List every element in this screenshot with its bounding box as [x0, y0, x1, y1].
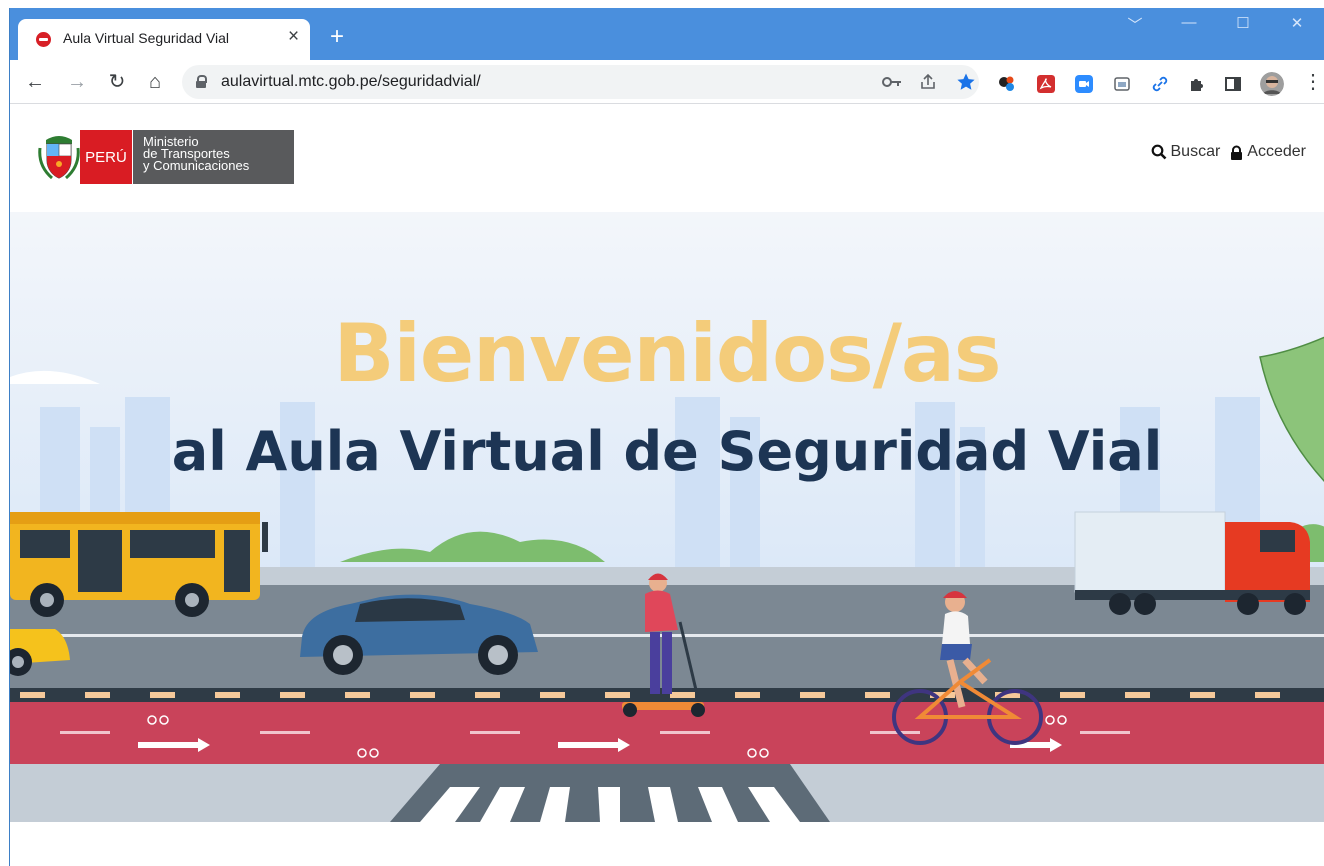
header-links: Buscar Acceder — [1151, 143, 1306, 161]
link-extension-icon[interactable] — [1151, 75, 1169, 93]
truck — [1074, 511, 1310, 615]
extensions-puzzle-icon[interactable] — [1188, 75, 1206, 93]
bookmark-star-icon[interactable] — [956, 72, 976, 92]
maximize-button[interactable]: ☐ — [1216, 14, 1270, 36]
login-link[interactable]: Acceder — [1230, 143, 1306, 161]
browser-window: Aula Virtual Seguridad Vial × + ﹀ — ☐ ✕ … — [9, 8, 1324, 866]
peru-coat-of-arms-icon — [38, 130, 80, 184]
address-bar[interactable]: aulavirtual.mtc.gob.pe/seguridadvial/ — [182, 65, 979, 99]
window-controls: ﹀ — ☐ ✕ — [1108, 14, 1324, 36]
ministry-line-3: y Comunicaciones — [143, 158, 250, 173]
minimize-button[interactable]: — — [1162, 14, 1216, 36]
left-sidewalk — [10, 764, 440, 822]
profile-avatar[interactable] — [1260, 72, 1284, 96]
new-tab-button[interactable]: + — [330, 25, 344, 49]
tab-search-icon[interactable]: ﹀ — [1108, 14, 1162, 36]
right-sidewalk — [790, 764, 1324, 822]
hero-title: Bienvenidos/as — [333, 307, 1001, 400]
search-link-label: Buscar — [1170, 143, 1221, 160]
site-header: PERÚ Ministerio de Transportes y Comunic… — [10, 105, 1324, 212]
browser-titlebar: Aula Virtual Seguridad Vial × + ﹀ — ☐ ✕ — [10, 8, 1324, 60]
extension-molecule-icon[interactable] — [998, 75, 1016, 93]
hero-subtitle: al Aula Virtual de Seguridad Vial — [171, 420, 1163, 483]
hero-banner: Bienvenidos/as al Aula Virtual de Seguri… — [10, 212, 1324, 866]
browser-toolbar: ← → ↻ ⌂ aulavirtual.mtc.gob.pe/seguridad… — [10, 60, 1324, 104]
url-text: aulavirtual.mtc.gob.pe/seguridadvial/ — [221, 73, 481, 90]
search-link[interactable]: Buscar — [1151, 143, 1221, 161]
browser-tab[interactable]: Aula Virtual Seguridad Vial × — [18, 19, 310, 60]
ministry-name: Ministerio de Transportes y Comunicacion… — [132, 130, 294, 184]
side-panel-icon[interactable] — [1224, 75, 1242, 93]
reload-button[interactable]: ↻ — [104, 69, 130, 95]
close-tab-icon[interactable]: × — [288, 26, 299, 48]
lock-icon — [1231, 145, 1243, 160]
mtc-logo[interactable]: PERÚ Ministerio de Transportes y Comunic… — [38, 130, 294, 184]
forward-button[interactable]: → — [64, 69, 90, 95]
zoom-extension-icon[interactable] — [1075, 75, 1093, 93]
page-bottom — [10, 822, 1324, 866]
search-icon — [1151, 144, 1166, 160]
back-button[interactable]: ← — [22, 69, 48, 95]
home-button[interactable]: ⌂ — [142, 69, 168, 95]
tab-title: Aula Virtual Seguridad Vial — [63, 30, 230, 46]
reader-extension-icon[interactable] — [1113, 75, 1131, 93]
share-icon[interactable] — [919, 73, 937, 91]
password-key-icon[interactable] — [882, 75, 902, 89]
mtc-favicon-icon — [36, 32, 51, 47]
peru-label: PERÚ — [80, 130, 132, 184]
login-link-label: Acceder — [1247, 143, 1306, 160]
acrobat-extension-icon[interactable] — [1037, 75, 1055, 93]
lock-icon — [196, 75, 207, 88]
close-window-button[interactable]: ✕ — [1270, 14, 1324, 36]
web-page: PERÚ Ministerio de Transportes y Comunic… — [10, 105, 1324, 866]
browser-menu-icon[interactable]: ⋮ — [1300, 69, 1324, 95]
